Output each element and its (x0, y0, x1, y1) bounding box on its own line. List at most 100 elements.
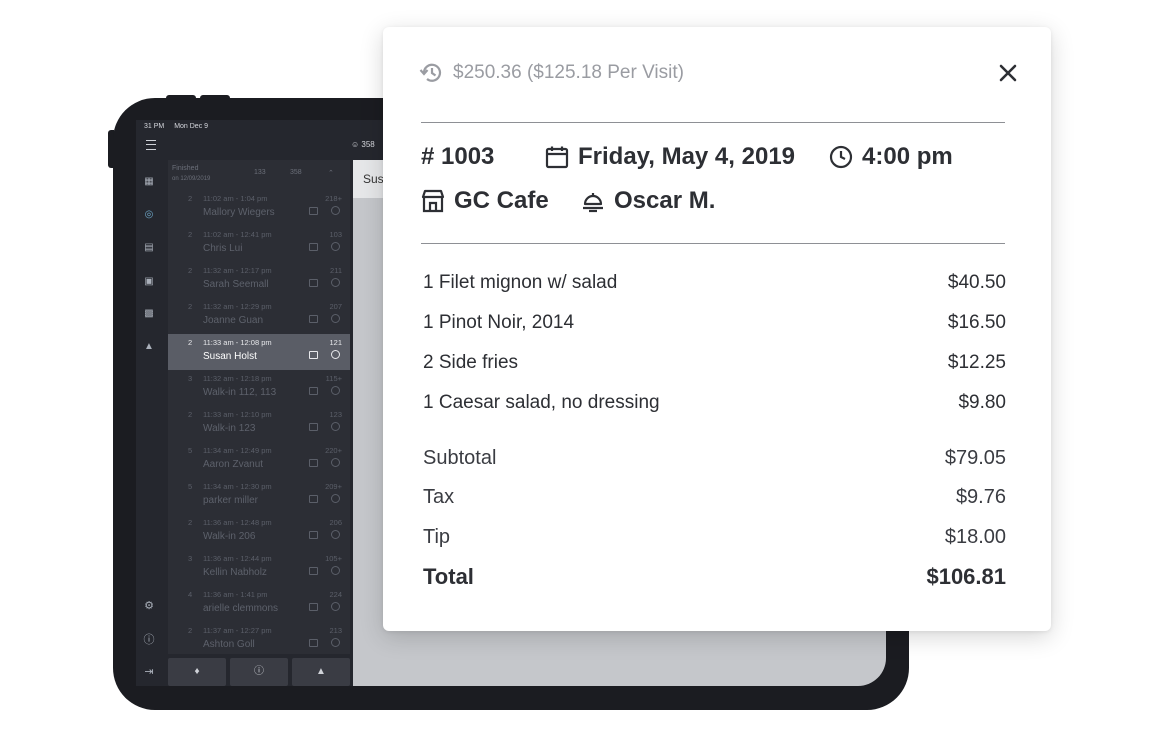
reservation-row[interactable]: 2 11:33 am - 12:10 pm Walk-in 123 123 (168, 406, 350, 442)
list-subtitle: on 12/09/2019 (172, 176, 211, 182)
reservation-row[interactable]: 2 11:33 am - 12:08 pm Susan Holst 121 (168, 334, 350, 370)
total-value: $106.81 (926, 564, 1006, 589)
settings-icon[interactable]: ⚙ (142, 599, 156, 612)
table-icon[interactable]: ◎ (142, 209, 156, 221)
ticket-icon (309, 459, 318, 467)
list-count-b: 358 (290, 169, 302, 176)
status-bar: 31 PM Mon Dec 9 (144, 123, 216, 130)
reservation-time: 11:32 am - 12:18 pm (203, 374, 272, 383)
table-status-icon (331, 458, 340, 467)
guest-count-value: 358 (361, 140, 375, 149)
guest-name: Mallory Wiegers (203, 207, 275, 218)
reservation-time: 11:32 am - 12:29 pm (203, 302, 272, 311)
reservation-time: 11:37 am - 12:27 pm (203, 626, 272, 635)
reservation-row[interactable]: 2 11:32 am - 12:29 pm Joanne Guan 207 (168, 298, 350, 334)
divider (421, 243, 1005, 244)
venue: GC Cafe (421, 187, 549, 215)
reservation-row[interactable]: 2 11:36 am - 12:48 pm Walk-in 206 206 (168, 514, 350, 550)
line-item: 1 Pinot Noir, 2014 $16.50 (423, 312, 1006, 334)
reservation-row[interactable]: 3 11:32 am - 12:18 pm Walk-in 112, 113 115+ (168, 370, 350, 406)
logout-icon[interactable]: ⇥ (142, 665, 156, 678)
guest-name: Chris Lui (203, 243, 243, 254)
floor-plan-icon[interactable]: ▦ (142, 176, 156, 188)
reservation-time: 11:02 am - 12:41 pm (203, 230, 272, 239)
tax-label: Tax (423, 486, 455, 508)
ticket-icon (309, 207, 318, 215)
guest-count: ☺ 358 (351, 140, 375, 149)
clock-icon (829, 145, 853, 169)
table-number: 207 (329, 302, 342, 311)
ticket-icon (309, 639, 318, 647)
close-icon (999, 64, 1017, 82)
guest-name: parker miller (203, 495, 259, 506)
guest-name: Aaron Zvanut (203, 459, 264, 470)
table-status-icon (331, 242, 340, 251)
reservation-time: 11:34 am - 12:49 pm (203, 446, 272, 455)
guest-name: Walk-in 112, 113 (203, 387, 277, 398)
reservation-row[interactable]: 2 11:32 am - 12:17 pm Sarah Seemall 211 (168, 262, 350, 298)
reservation-row[interactable]: 2 11:02 am - 12:41 pm Chris Lui 103 (168, 226, 350, 262)
history-icon (419, 63, 442, 82)
menu-icon[interactable] (146, 140, 156, 150)
party-size: 2 (188, 626, 193, 635)
order-number-text: # 1003 (421, 143, 495, 170)
table-status-icon (331, 530, 340, 539)
table-number: 115+ (325, 374, 342, 383)
timeline-icon[interactable]: ▤ (142, 242, 156, 254)
list-count-a: 133 (254, 169, 266, 176)
ticket-icon (309, 423, 318, 431)
guest-name: Ashton Goll (203, 639, 255, 650)
receipt-card: $250.36 ($125.18 Per Visit) # 1003 Frida… (383, 27, 1051, 631)
reservation-row[interactable]: 4 11:36 am - 1:41 pm arielle clemmons 224 (168, 586, 350, 622)
service-button[interactable]: ▲ (292, 658, 350, 686)
table-number: 213 (329, 626, 342, 635)
total-label: Total (423, 564, 474, 589)
total-row: Total $106.81 (423, 564, 1006, 590)
party-size: 2 (188, 410, 193, 419)
reservation-row[interactable]: 5 11:34 am - 12:49 pm Aaron Zvanut 220+ (168, 442, 350, 478)
service-bell-icon (583, 193, 603, 213)
party-size: 2 (188, 194, 193, 203)
party-size: 4 (188, 590, 193, 599)
table-status-icon (331, 602, 340, 611)
reservation-row[interactable]: 5 11:34 am - 12:30 pm parker miller 209+ (168, 478, 350, 514)
guest-name: arielle clemmons (203, 603, 279, 614)
table-number: 218+ (325, 194, 342, 203)
table-number: 220+ (325, 446, 342, 455)
detail-title: Sus (363, 172, 384, 186)
list-footer: ♦ ⓘ ▲ (168, 658, 350, 686)
reservation-time: 11:33 am - 12:08 pm (203, 338, 272, 347)
notify-button[interactable]: ♦ (168, 658, 226, 686)
ticket-icon (309, 567, 318, 575)
line-item-price: $9.80 (958, 392, 1006, 413)
info-icon[interactable]: ⓘ (142, 631, 156, 647)
divider (421, 122, 1005, 123)
close-button[interactable] (995, 60, 1021, 86)
tax-value: $9.76 (955, 486, 1006, 508)
line-item: 1 Caesar salad, no dressing $9.80 (423, 392, 1006, 414)
party-size: 3 (188, 554, 193, 563)
reports-icon[interactable]: ▩ (142, 308, 156, 320)
reservation-row[interactable]: 2 11:37 am - 12:27 pm Ashton Goll 213 (168, 622, 350, 658)
tip-row: Tip $18.00 (423, 526, 1006, 549)
list-header: Finished on 12/09/2019 133 358 ⌃ (168, 160, 350, 190)
party-size: 2 (188, 230, 193, 239)
line-item-label: 1 Pinot Noir, 2014 (423, 312, 575, 333)
guests-icon[interactable]: ▣ (142, 276, 156, 288)
alert-button[interactable]: ⓘ (230, 658, 288, 686)
server: Oscar M. (581, 187, 715, 215)
tip-label: Tip (423, 526, 451, 548)
reservation-row[interactable]: 3 11:36 am - 12:44 pm Kellin Nabholz 105+ (168, 550, 350, 586)
subtotal-row: Subtotal $79.05 (423, 447, 1006, 470)
reservation-row[interactable]: 2 11:02 am - 1:04 pm Mallory Wiegers 218+ (168, 190, 350, 226)
ticket-icon (309, 279, 318, 287)
party-size: 2 (188, 302, 193, 311)
guest-name: Sarah Seemall (203, 279, 269, 290)
table-status-icon (331, 350, 340, 359)
service-bell-icon[interactable]: ▲ (142, 341, 156, 353)
line-item-label: 1 Filet mignon w/ salad (423, 272, 618, 293)
table-number: 123 (329, 410, 342, 419)
subtotal-label: Subtotal (423, 447, 497, 469)
collapse-icon[interactable]: ⌃ (328, 169, 334, 177)
party-size: 5 (188, 446, 193, 455)
